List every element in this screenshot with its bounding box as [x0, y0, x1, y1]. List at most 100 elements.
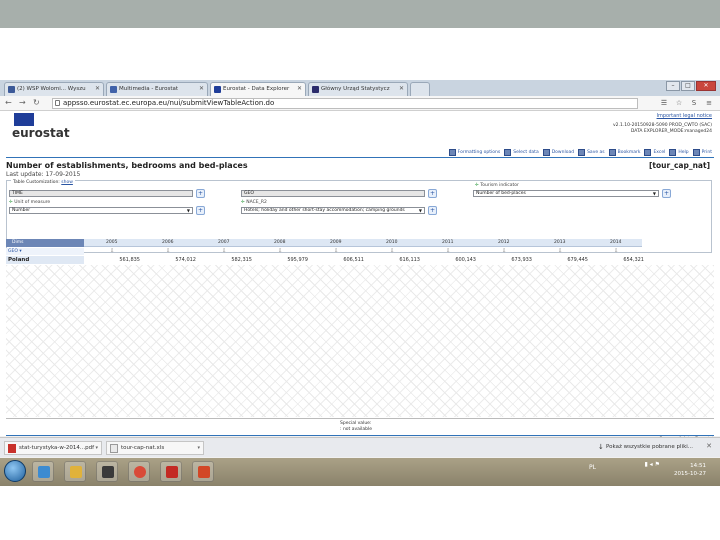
maximize-button[interactable]: □ [681, 81, 695, 91]
eurostat-logo: eurostat [12, 126, 70, 140]
sort-arrow-icon[interactable]: ⇩ [502, 248, 506, 254]
version-line: DATA EXPLORER_MODE:managed24 [630, 129, 712, 134]
tab-gus[interactable]: Główny Urząd Statystycz ✕ [308, 82, 408, 96]
drag-handle-icon: ✛ [9, 200, 13, 205]
tab-multimedia[interactable]: Multimedia - Eurostat ✕ [106, 82, 208, 96]
toolbar-label: Help [678, 149, 689, 155]
tab-close-icon[interactable]: ✕ [95, 83, 100, 95]
eurostat-favicon-icon [110, 86, 117, 93]
show-all-downloads-link[interactable]: Pokaż wszystkie pobrane pliki... [598, 443, 693, 451]
clock-time[interactable]: 14:51 [674, 462, 706, 470]
geo-expand-button[interactable]: + [428, 189, 437, 198]
bookmark-button[interactable]: Bookmark [608, 147, 640, 157]
taskbar-media[interactable] [96, 461, 118, 482]
print-button[interactable]: Print [692, 147, 712, 157]
download-filename: tour-cap-nat.xls [121, 445, 165, 451]
special-value-item: : not available [340, 427, 373, 432]
indicator-select[interactable]: Number of bed-places ▼ [473, 190, 659, 197]
folder-icon [70, 466, 82, 478]
close-downloads-icon[interactable]: ✕ [706, 442, 712, 450]
chevron-down-icon[interactable]: ▾ [95, 442, 98, 454]
last-update: Last update: 17-09-2015 [6, 171, 81, 178]
download-filename: stat-turystyka-w-2014...pdf [19, 445, 95, 451]
select-data-button[interactable]: Select data [504, 147, 539, 157]
language-indicator[interactable]: PL [589, 464, 596, 472]
sort-arrow-icon[interactable]: ⇩ [558, 248, 562, 254]
tab-facebook[interactable]: (2) WSP Wolomi... Wyszu ✕ [4, 82, 104, 96]
bookmark-icon [608, 148, 616, 156]
help-button[interactable]: Help [669, 147, 689, 157]
browser-toolbar: ← → ↻ appsso.eurostat.ec.europa.eu/nui/s… [0, 96, 720, 111]
geo-dimension-field[interactable]: GEO [241, 190, 425, 197]
translate-icon[interactable]: ☰ [659, 98, 669, 108]
toolbar-label: Save as [587, 149, 605, 155]
network-icon[interactable]: ▮ [644, 461, 647, 468]
sort-arrow-icon[interactable]: ⇩ [390, 248, 394, 254]
close-window-button[interactable]: ✕ [696, 81, 716, 91]
dropdown-arrow-icon: ▼ [652, 191, 656, 196]
skype-icon[interactable]: S [689, 98, 699, 108]
taskbar-ie[interactable] [32, 461, 54, 482]
slide-top-bar [0, 0, 720, 28]
table-cell: 679,445 [567, 257, 588, 263]
save-as-button[interactable]: Save as [578, 147, 605, 157]
volume-icon[interactable]: ◂ [650, 461, 653, 468]
unit-select[interactable]: Number ▼ [9, 207, 193, 214]
sort-arrow-icon[interactable]: ⇩ [222, 248, 226, 254]
flag-icon[interactable]: ⚑ [655, 461, 660, 468]
address-bar[interactable]: appsso.eurostat.ec.europa.eu/nui/submitV… [52, 98, 638, 109]
time-dimension-field[interactable]: TIME [9, 190, 193, 197]
download-item-pdf[interactable]: stat-turystyka-w-2014...pdf ▾ [4, 441, 102, 455]
menu-icon[interactable]: ≡ [704, 98, 714, 108]
forward-button[interactable]: → [19, 98, 26, 108]
reload-button[interactable]: ↻ [33, 98, 40, 108]
table-cell: 574,012 [175, 257, 196, 263]
sort-arrow-icon[interactable]: ⇩ [110, 248, 114, 254]
download-item-xls[interactable]: tour-cap-nat.xls ▾ [106, 441, 204, 455]
indicator-value: Number of bed-places [476, 191, 526, 196]
tab-close-icon[interactable]: ✕ [199, 83, 204, 95]
select-icon [504, 148, 512, 156]
year-header: 2010 [386, 240, 398, 245]
excel-button[interactable]: Excel [644, 147, 665, 157]
unit-label: ✛ Unit of measure [9, 200, 50, 205]
time-expand-button[interactable]: + [196, 189, 205, 198]
dataset-code: [tour_cap_nat] [649, 161, 710, 170]
tab-close-icon[interactable]: ✕ [399, 83, 404, 95]
nace-select[interactable]: Hotels; holiday and other short-stay acc… [241, 207, 425, 214]
special-value-legend: Special value: : not available [340, 421, 372, 433]
new-tab-button[interactable] [410, 82, 430, 96]
unit-expand-button[interactable]: + [196, 206, 205, 215]
formatting-options-button[interactable]: Formatting options [448, 147, 500, 157]
page-content: eurostat Important legal notice v2.1.10-… [0, 111, 720, 442]
download-button[interactable]: Download [542, 147, 574, 157]
facebook-favicon-icon [8, 86, 15, 93]
taskbar-chrome[interactable] [128, 461, 150, 482]
dims-header[interactable]: Dims [6, 239, 84, 247]
taskbar-powerpoint[interactable] [192, 461, 214, 482]
sort-arrow-icon[interactable]: ⇩ [278, 248, 282, 254]
sort-arrow-icon[interactable]: ⇩ [334, 248, 338, 254]
minimize-button[interactable]: – [666, 81, 680, 91]
tab-label: Multimedia - Eurostat [119, 86, 179, 92]
page-icon [55, 100, 60, 106]
year-header: 2005 [106, 240, 118, 245]
chevron-down-icon[interactable]: ▾ [197, 442, 200, 454]
customization-show-link[interactable]: show [61, 180, 73, 185]
nace-expand-button[interactable]: + [428, 206, 437, 215]
taskbar-explorer[interactable] [64, 461, 86, 482]
sort-arrow-icon[interactable]: ⇩ [166, 248, 170, 254]
legal-notice-link[interactable]: Important legal notice [657, 113, 712, 119]
save-icon [578, 148, 586, 156]
taskbar-acrobat[interactable] [160, 461, 182, 482]
back-button[interactable]: ← [5, 98, 12, 108]
powerpoint-icon [198, 466, 210, 478]
sort-arrow-icon[interactable]: ⇩ [446, 248, 450, 254]
sort-arrow-icon[interactable]: ⇩ [614, 248, 618, 254]
indicator-expand-button[interactable]: + [662, 189, 671, 198]
tab-close-icon[interactable]: ✕ [297, 83, 302, 95]
start-button[interactable] [4, 460, 26, 482]
tab-data-explorer[interactable]: Eurostat - Data Explorer ✕ [210, 82, 306, 96]
clock-date[interactable]: 2015-10-27 [674, 470, 706, 478]
star-icon[interactable]: ☆ [674, 98, 684, 108]
